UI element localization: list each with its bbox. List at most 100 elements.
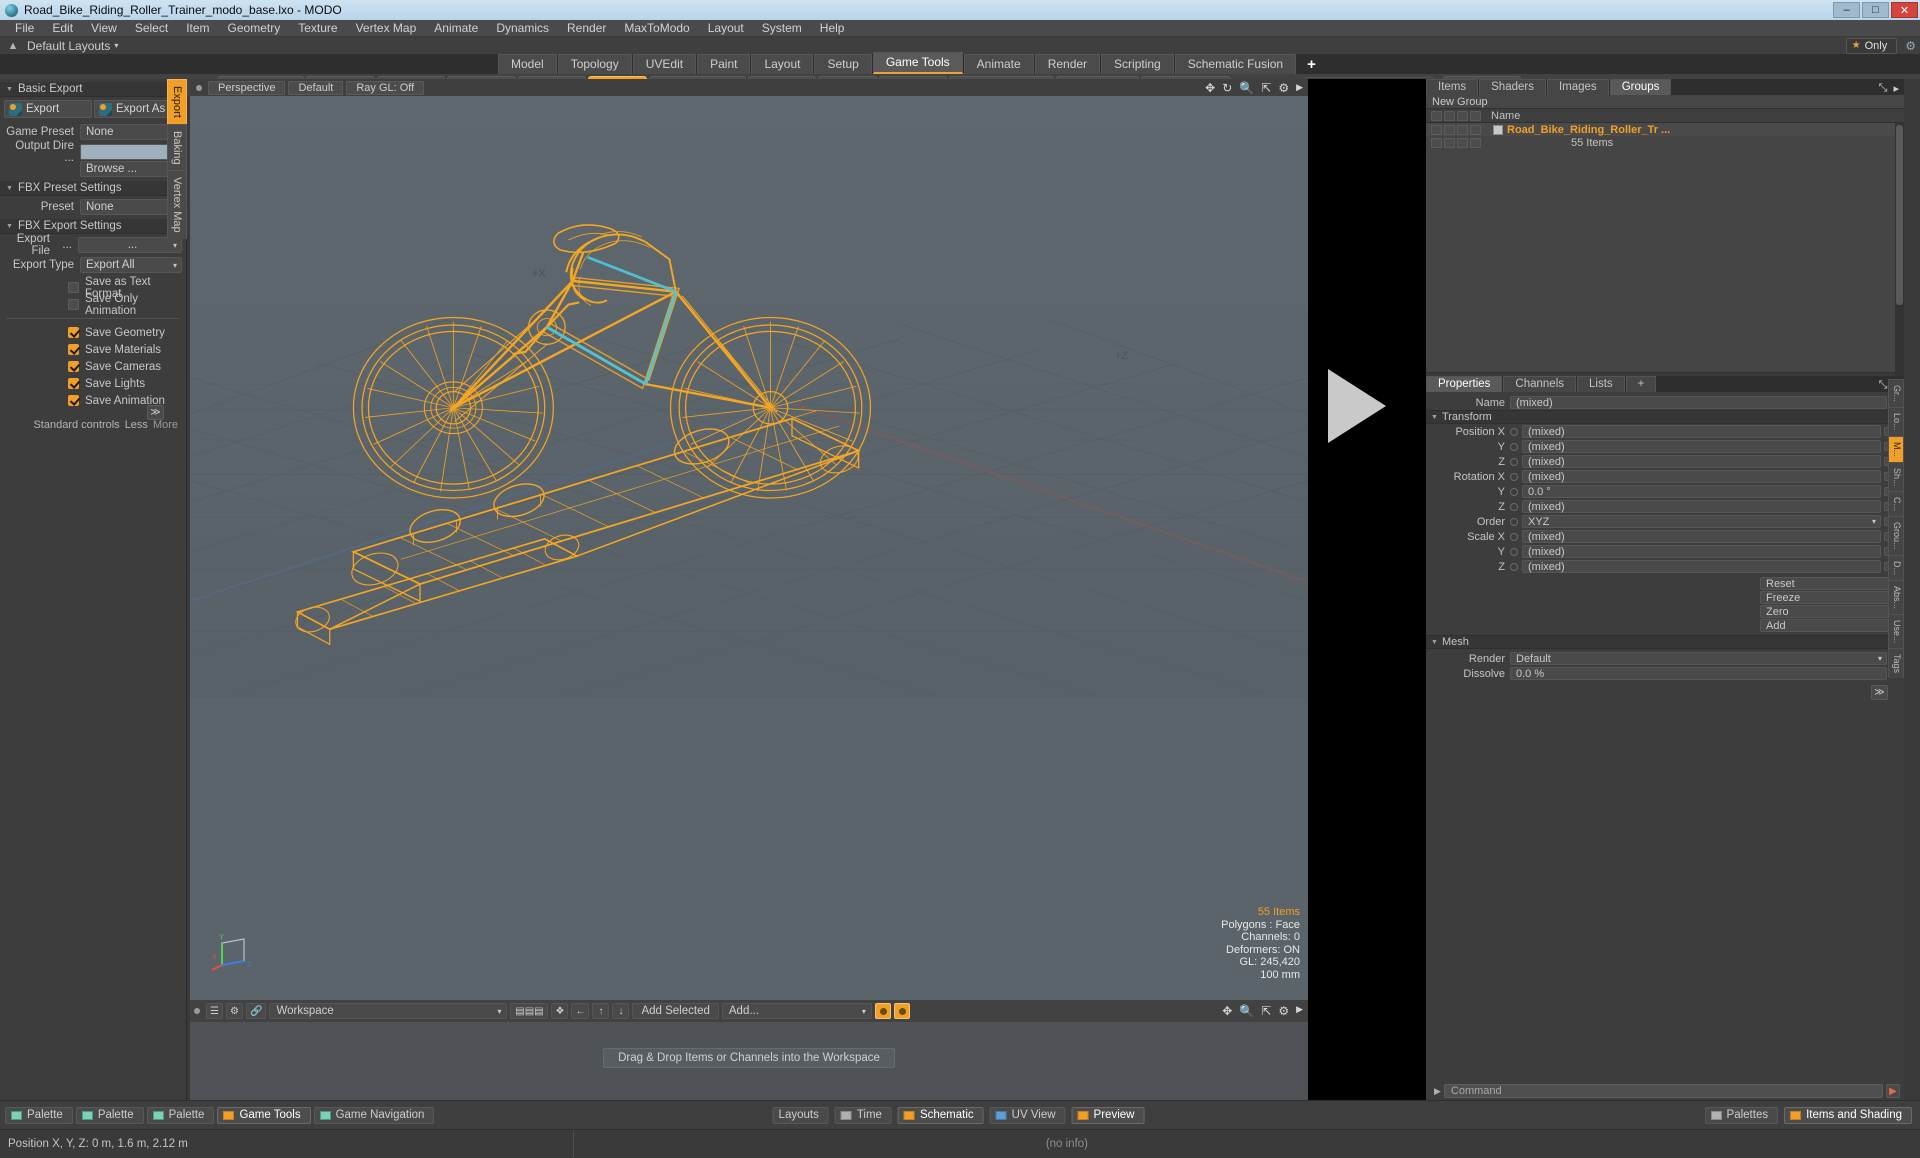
right-vertical-tab-1[interactable]: Lo...	[1888, 407, 1904, 436]
gear-icon[interactable]: ⚙	[1278, 1004, 1289, 1018]
viewport-tab-perspective[interactable]: Perspective	[208, 80, 286, 95]
channel-dot-icon[interactable]	[1510, 472, 1518, 481]
menu-item-file[interactable]: File	[6, 20, 43, 37]
layout-home-icon[interactable]: ▲	[6, 40, 20, 52]
section-transform[interactable]: ▼ Transform	[1426, 410, 1904, 424]
menu-item-dynamics[interactable]: Dynamics	[487, 20, 558, 37]
property-action-freeze[interactable]: Freeze	[1760, 591, 1900, 604]
expand-more-button[interactable]: ≫	[147, 405, 164, 420]
menu-item-help[interactable]: Help	[811, 20, 854, 37]
right-vertical-tab-4[interactable]: C...	[1888, 491, 1904, 517]
menu-item-vertex-map[interactable]: Vertex Map	[347, 20, 426, 37]
channel-dot-icon[interactable]	[1510, 517, 1518, 526]
property-value[interactable]: (mixed)	[1522, 545, 1881, 558]
workspace-toggle-b-icon[interactable]	[893, 1003, 910, 1019]
menu-item-maxtomodo[interactable]: MaxToModo	[615, 20, 698, 37]
bottom-button-items-and-shading[interactable]: Items and Shading	[1784, 1106, 1912, 1124]
fit-icon[interactable]: ⇱	[1261, 81, 1271, 95]
link-icon[interactable]: 🔗	[246, 1003, 267, 1019]
channel-dot-icon[interactable]	[1510, 487, 1518, 496]
chevron-down-icon[interactable]: ▾	[114, 41, 118, 50]
right-vertical-tab-7[interactable]: Abs...	[1888, 579, 1904, 614]
right-vertical-tab-8[interactable]: Use...	[1888, 613, 1904, 649]
lock-toggle-icon[interactable]	[1444, 124, 1455, 135]
less-link[interactable]: Less	[125, 419, 148, 431]
table-row[interactable]: Road_Bike_Riding_Roller_Tr ...	[1426, 123, 1904, 136]
bottom-button-time[interactable]: Time	[834, 1106, 892, 1124]
right-vertical-tab-0[interactable]: Gr...	[1888, 379, 1904, 408]
properties-add-tab-button[interactable]: +	[1625, 376, 1657, 392]
table-row[interactable]: 55 Items	[1426, 136, 1904, 149]
grid-icon[interactable]: ▤▤▤	[510, 1003, 549, 1019]
target-icon[interactable]: ❖	[551, 1003, 569, 1019]
properties-expand-button[interactable]: ≫	[1871, 685, 1888, 700]
bottom-button-game-tools[interactable]: Game Tools	[217, 1106, 311, 1124]
checkbox-save-materials[interactable]	[68, 344, 79, 355]
tab-uvedit[interactable]: UVEdit	[632, 54, 697, 74]
rotate-icon[interactable]: ↻	[1222, 81, 1232, 95]
tab-render[interactable]: Render	[1034, 54, 1101, 74]
export-file-select[interactable]: ...	[78, 237, 182, 253]
bottom-button-palette[interactable]: Palette	[146, 1106, 215, 1124]
tab-game-tools[interactable]: Game Tools	[872, 52, 963, 74]
only-button[interactable]: ★ Only	[1845, 37, 1898, 54]
scrollbar-thumb[interactable]	[1896, 125, 1903, 305]
bottom-button-game-navigation[interactable]: Game Navigation	[313, 1106, 435, 1124]
add-tab-button[interactable]: +	[1297, 56, 1326, 74]
section-mesh[interactable]: ▼ Mesh	[1426, 635, 1904, 649]
add-selected-button[interactable]: Add Selected	[632, 1003, 719, 1019]
gear-icon[interactable]: ⚙	[1278, 81, 1289, 95]
property-value[interactable]: XYZ	[1522, 515, 1881, 528]
render-toggle-icon[interactable]	[1457, 137, 1468, 148]
tab-model[interactable]: Model	[498, 54, 557, 74]
close-button[interactable]: ✕	[1891, 2, 1918, 18]
menu-item-geometry[interactable]: Geometry	[219, 20, 290, 37]
menu-item-system[interactable]: System	[753, 20, 811, 37]
zoom-icon[interactable]: 🔍	[1239, 1004, 1254, 1018]
workspace-menu-dot-icon[interactable]	[194, 1008, 200, 1014]
property-value[interactable]: (mixed)	[1522, 455, 1881, 468]
menu-item-select[interactable]: Select	[126, 20, 177, 37]
channel-dot-icon[interactable]	[1510, 502, 1518, 511]
visibility-toggle-icon[interactable]	[1431, 137, 1442, 148]
property-action-zero[interactable]: Zero	[1760, 605, 1900, 618]
workspace-toggle-a-icon[interactable]	[874, 1003, 891, 1019]
workspace-dropzone[interactable]: Drag & Drop Items or Channels into the W…	[190, 1022, 1308, 1100]
channel-dot-icon[interactable]	[1510, 427, 1518, 436]
chevron-right-icon[interactable]: ▸	[1893, 82, 1899, 95]
viewport-3d[interactable]: Perspective Default Ray GL: Off ✥ ↻ 🔍 ⇱ …	[190, 79, 1308, 1100]
vertical-tab-export[interactable]: Export	[167, 79, 187, 124]
tab-setup[interactable]: Setup	[814, 54, 872, 74]
right-vertical-tab-9[interactable]: Tags	[1888, 648, 1904, 679]
checkbox-save-only-animation[interactable]	[68, 299, 79, 310]
property-action-reset[interactable]: Reset	[1760, 577, 1900, 590]
visibility-toggle-icon[interactable]	[1431, 124, 1442, 135]
zoom-icon[interactable]: 🔍	[1239, 81, 1254, 95]
viewport-canvas[interactable]: +X +Z Y X Z 55 Items Polygons : Face Cha…	[190, 96, 1308, 985]
right-vertical-tab-2[interactable]: M...	[1888, 435, 1904, 462]
render-select[interactable]: Default	[1510, 652, 1887, 665]
property-value[interactable]: (mixed)	[1522, 500, 1881, 513]
bottom-button-palette[interactable]: Palette	[75, 1106, 144, 1124]
properties-tab-channels[interactable]: Channels	[1503, 376, 1577, 392]
more-link[interactable]: More	[153, 419, 178, 431]
checkbox-save-cameras[interactable]	[68, 361, 79, 372]
command-run-button[interactable]: ▶	[1886, 1084, 1900, 1098]
bottom-button-preview[interactable]: Preview	[1071, 1106, 1145, 1124]
checkbox-save-lights[interactable]	[68, 378, 79, 389]
channel-dot-icon[interactable]	[1510, 547, 1518, 556]
minimize-button[interactable]: –	[1833, 2, 1860, 18]
menu-item-texture[interactable]: Texture	[289, 20, 346, 37]
export-button[interactable]: Export	[4, 100, 92, 118]
tab-paint[interactable]: Paint	[697, 54, 751, 74]
select-toggle-icon[interactable]	[1470, 124, 1481, 135]
right-tab-groups[interactable]: Groups	[1609, 79, 1672, 95]
preview-render-area[interactable]	[1308, 79, 1426, 1100]
right-vertical-tab-3[interactable]: Sh...	[1888, 461, 1904, 492]
menu-item-render[interactable]: Render	[558, 20, 615, 37]
export-type-select[interactable]: Export All	[80, 257, 182, 273]
channel-dot-icon[interactable]	[1510, 442, 1518, 451]
select-toggle-icon[interactable]	[1470, 137, 1481, 148]
bike-wireframe-model[interactable]	[190, 96, 1308, 698]
checkbox-save-as-text-format[interactable]	[68, 282, 79, 293]
